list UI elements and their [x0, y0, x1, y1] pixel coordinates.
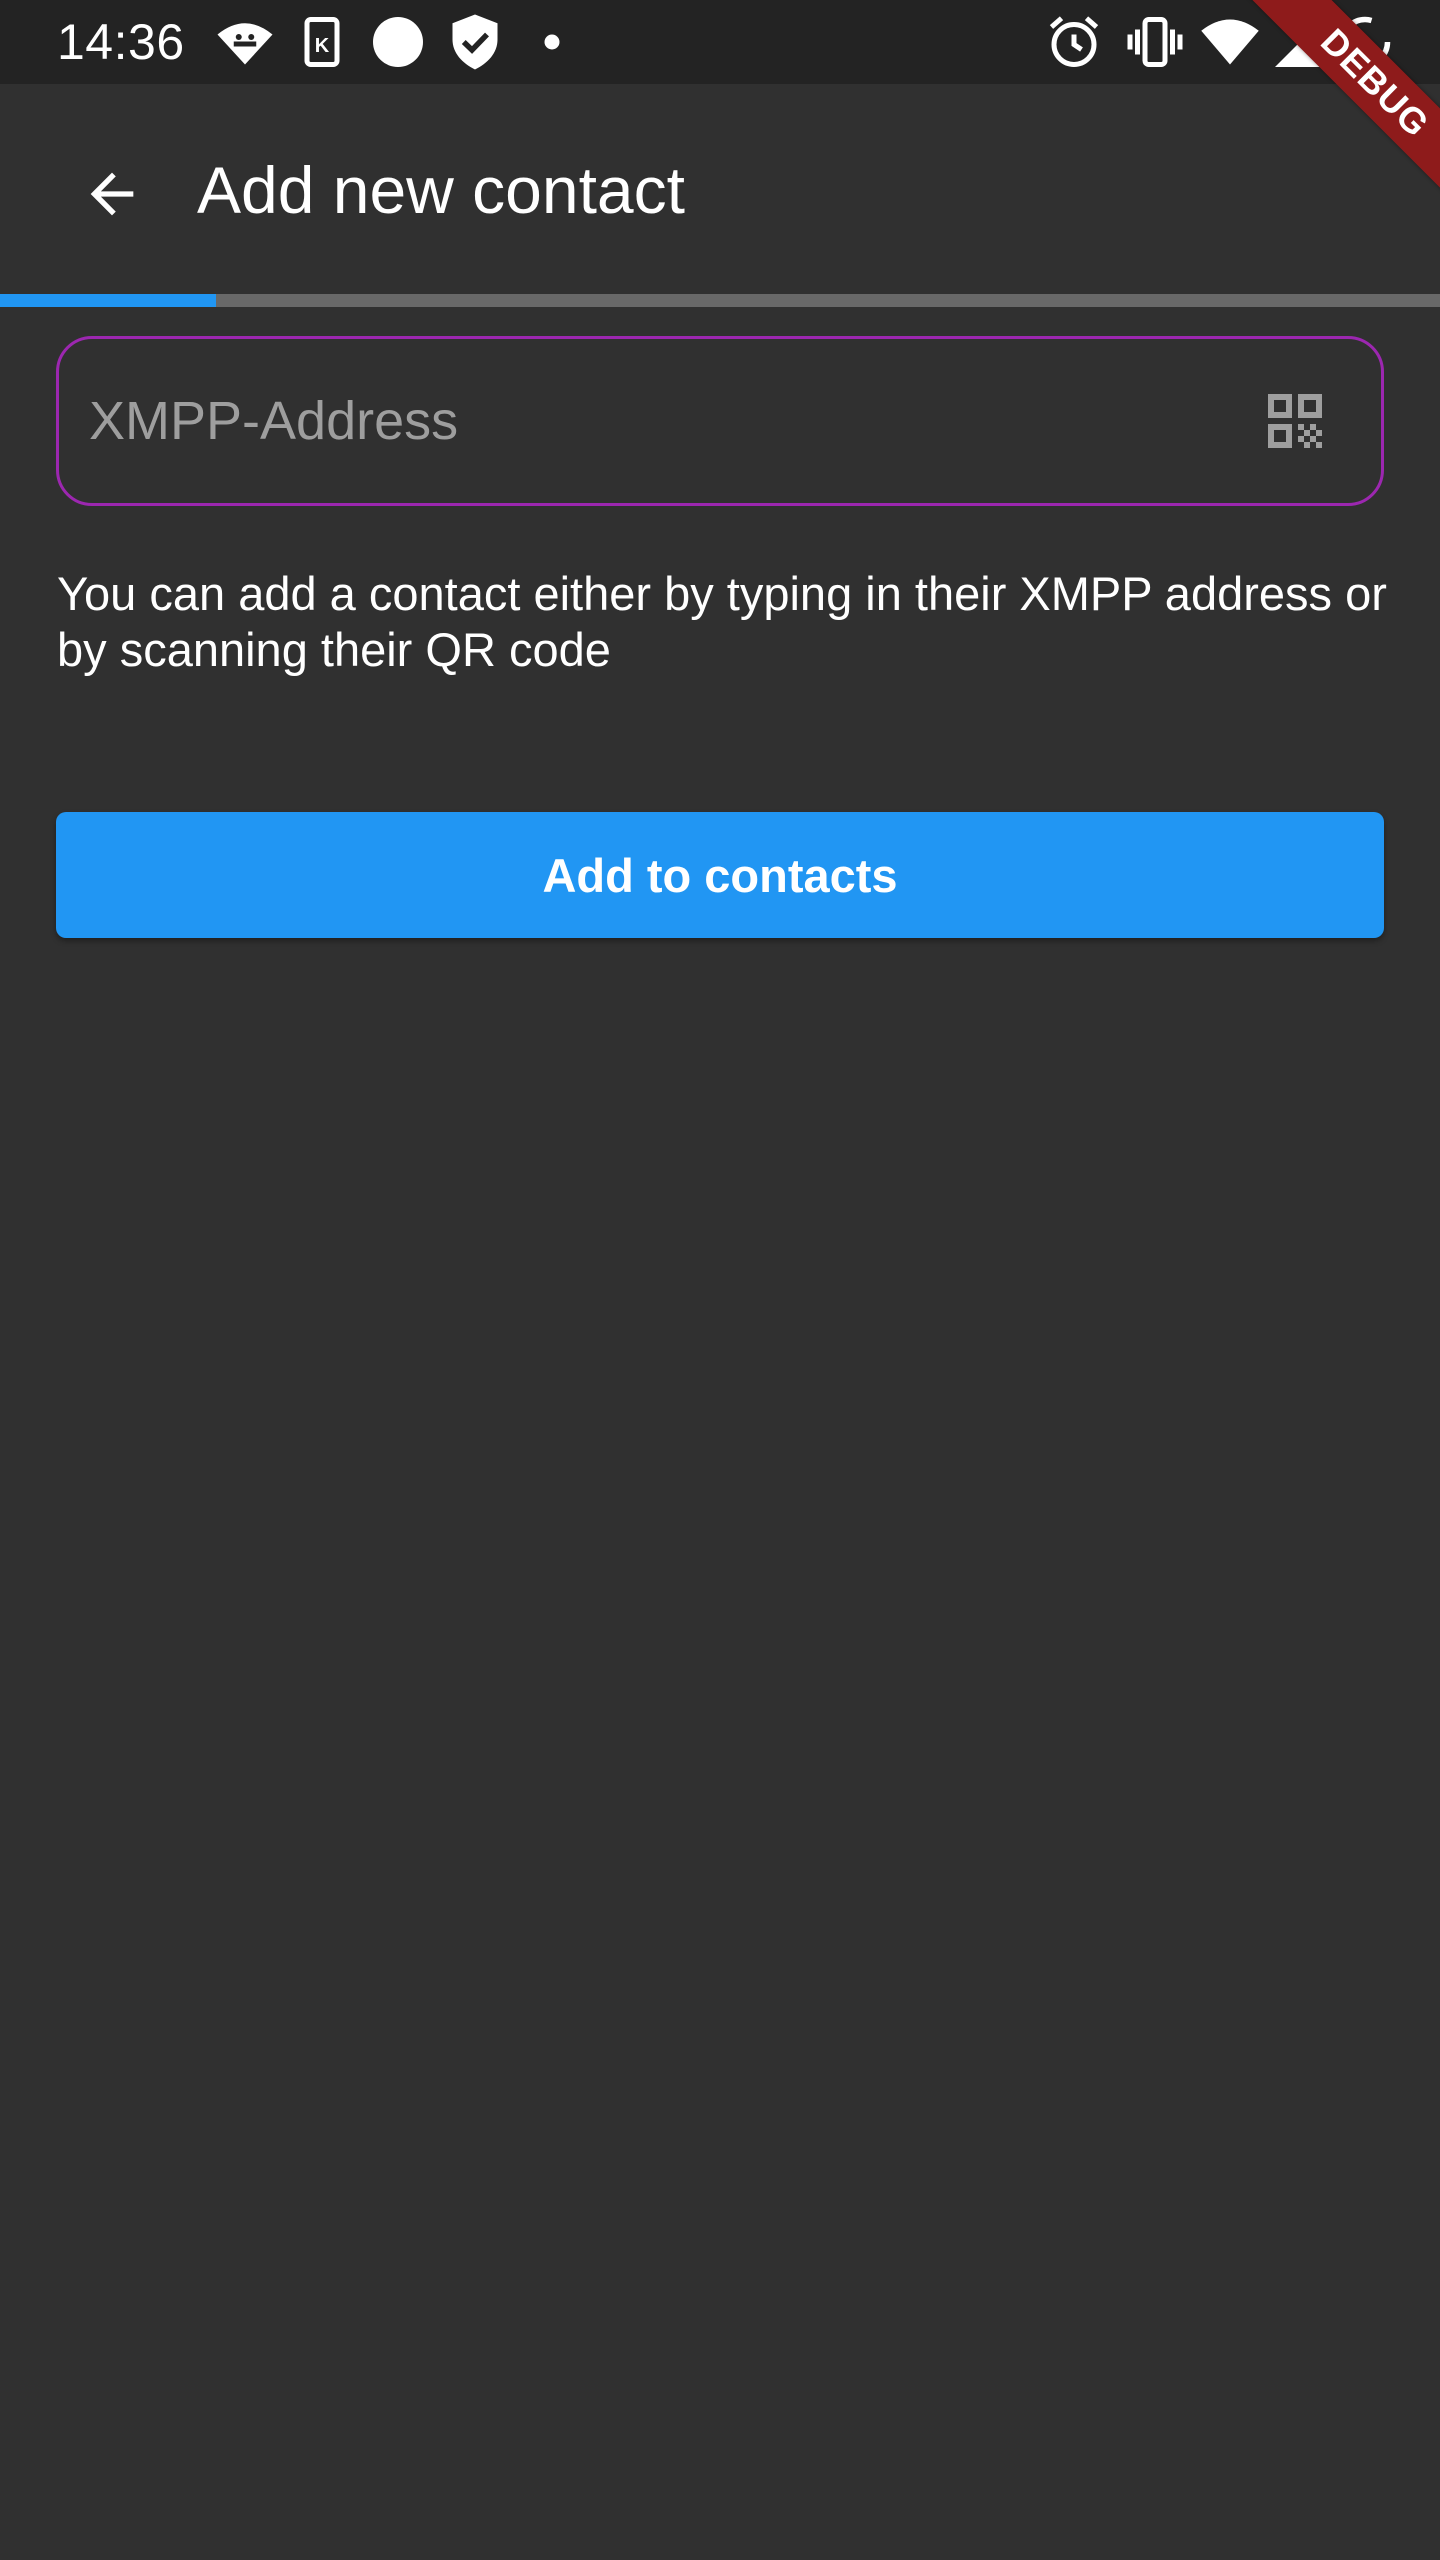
shield-check-icon: [445, 12, 505, 72]
dot-icon: [522, 12, 582, 72]
wifi-icon: [1200, 12, 1260, 72]
status-bar: 14:36 K: [0, 0, 1440, 84]
alarm-icon: [1044, 12, 1104, 72]
add-to-contacts-button[interactable]: Add to contacts: [56, 812, 1384, 938]
android-notification-icon: [215, 12, 275, 72]
arrow-back-icon: [80, 162, 144, 226]
k-app-icon: K: [292, 12, 352, 72]
xmpp-address-input[interactable]: [89, 339, 1209, 503]
back-button[interactable]: [62, 144, 162, 244]
screen: 14:36 K Add new contact XMPP-Address You…: [0, 0, 1440, 2560]
progress-fill: [0, 294, 216, 307]
svg-text:K: K: [315, 35, 330, 57]
circle-icon: [368, 12, 428, 72]
xmpp-address-field[interactable]: [56, 336, 1384, 506]
progress-bar: [0, 294, 1440, 307]
qr-code-icon: [1259, 385, 1331, 457]
help-text: You can add a contact either by typing i…: [57, 567, 1387, 676]
qr-code-scan-button[interactable]: [1259, 385, 1331, 457]
page-title: Add new contact: [197, 153, 685, 227]
status-time: 14:36: [57, 14, 185, 70]
vibrate-icon: [1125, 12, 1185, 72]
app-bar: Add new contact: [0, 84, 1440, 294]
